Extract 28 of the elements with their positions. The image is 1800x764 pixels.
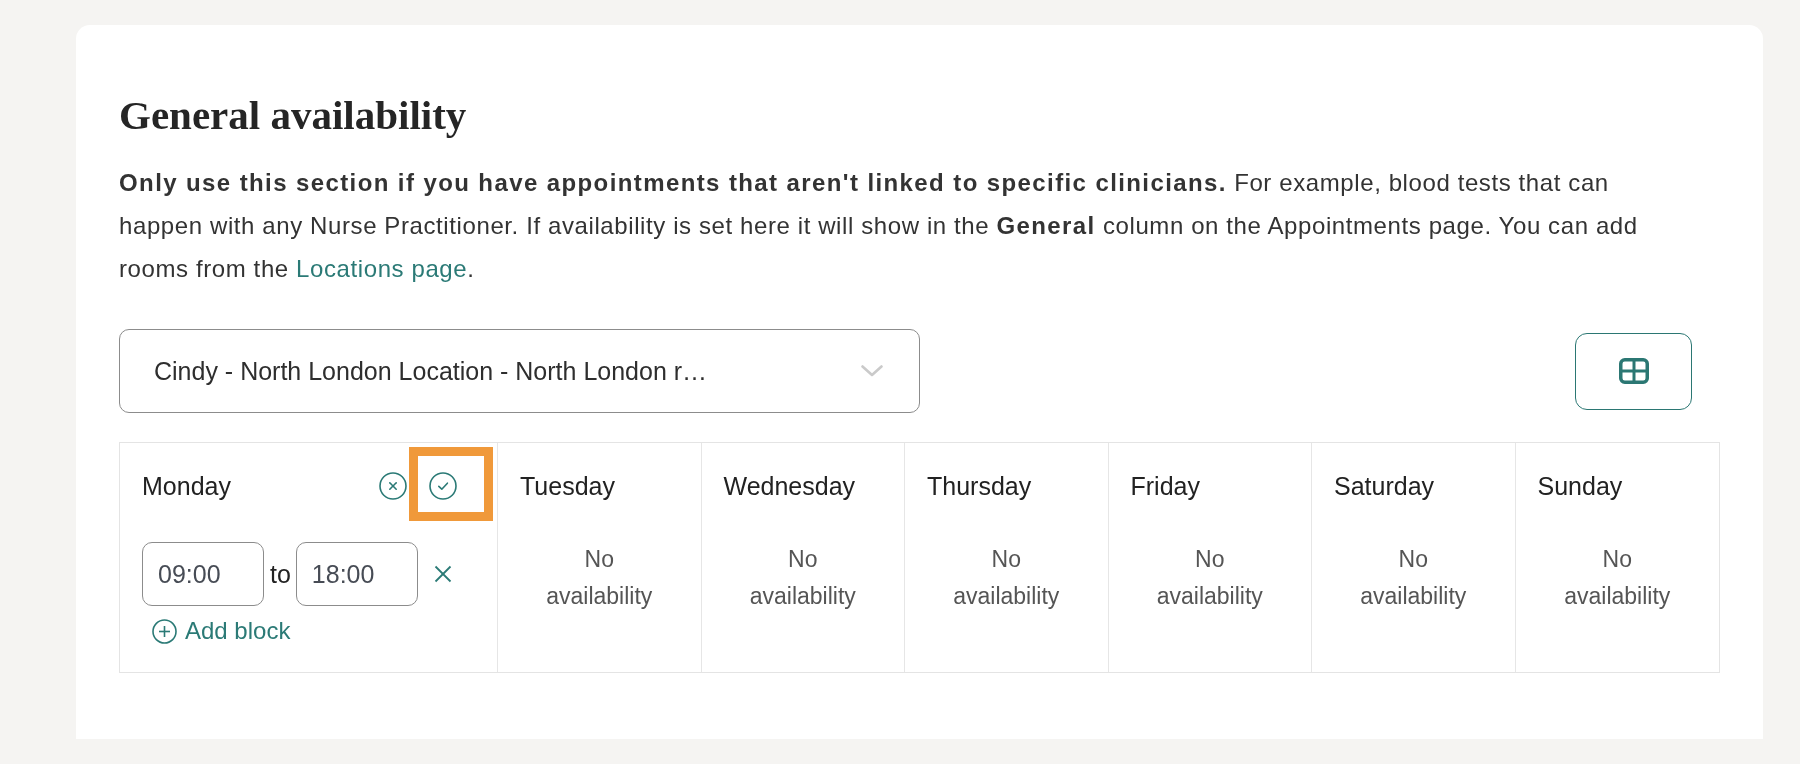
locations-page-link[interactable]: Locations page [296,255,468,282]
close-icon[interactable] [433,565,452,583]
no-availability-text: No availability [1359,545,1468,611]
no-availability-text: No availability [952,545,1061,611]
no-availability-text: No availability [1155,545,1264,611]
day-name: Tuesday [520,471,615,501]
add-block-button[interactable]: Add block [152,617,291,645]
day-name: Saturday [1334,471,1435,501]
section-title: General availability [119,91,468,139]
no-availability-text: No availability [1563,545,1672,611]
day-name: Friday [1130,471,1200,501]
section-description: Only use this section if you have appointments that aren't linked to specific clinicians. For example, blood tests that can happen with any Nurse Practitioner. If availability is set here it will show in the General column on the Appointments page. You can add rooms from the Locations page. [119,168,1639,284]
no-availability-text: No availability [545,545,654,611]
no-availability-text: No availability [748,545,857,611]
range-separator-text: to [270,559,291,589]
day-name: Wednesday [723,471,856,501]
day-name: Sunday [1537,471,1623,501]
plus-circle-icon [152,618,177,644]
location-select[interactable]: Cindy - North London Location - North London r… [119,329,920,413]
day-name: Thursday [927,471,1032,501]
check-circle-icon[interactable] [429,472,457,500]
grid-icon [1618,358,1649,384]
grid-view-button[interactable] [1575,332,1692,410]
end-time-field[interactable]: 18:00 [295,542,418,606]
chevron-down-icon [861,365,883,377]
start-time-field[interactable]: 09:00 [142,542,264,606]
day-name: Monday [142,471,231,501]
x-circle-icon[interactable] [379,472,407,500]
